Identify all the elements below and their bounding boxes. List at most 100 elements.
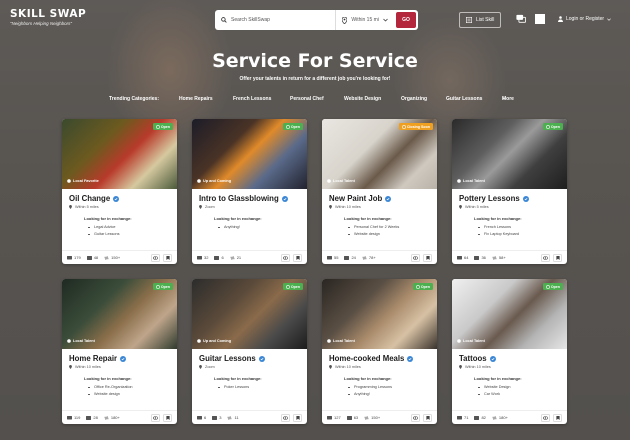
eye-icon bbox=[413, 255, 418, 260]
view-button[interactable] bbox=[411, 253, 420, 262]
card-title[interactable]: Intro to Glassblowing bbox=[199, 194, 288, 203]
card-title[interactable]: Home Repair bbox=[69, 354, 127, 363]
photos-stat: 3 bbox=[212, 415, 221, 420]
more-categories-button[interactable]: More bbox=[502, 96, 514, 102]
verified-icon bbox=[113, 195, 120, 202]
exchange-list: Anything! bbox=[218, 225, 240, 232]
exchange-list: Office Re-Organization Website design bbox=[88, 385, 133, 399]
bookmark-button[interactable] bbox=[423, 413, 432, 422]
category-link[interactable]: Guitar Lessons bbox=[446, 96, 482, 102]
swap-icon bbox=[104, 415, 109, 420]
photos-stat: 63 bbox=[346, 415, 358, 420]
verified-icon bbox=[489, 355, 496, 362]
swap-icon bbox=[230, 255, 235, 260]
verified-icon bbox=[281, 195, 288, 202]
trades-stat: 180+ bbox=[104, 415, 120, 420]
view-button[interactable] bbox=[541, 413, 550, 422]
card-title[interactable]: Tattoos bbox=[459, 354, 496, 363]
page-subtitle: Offer your talents in return for a diffe… bbox=[239, 76, 391, 82]
service-card[interactable]: Open Local Talent Tattoos Within 10 mile… bbox=[452, 279, 567, 424]
view-button[interactable] bbox=[151, 253, 160, 262]
card-footer: 32 6 21 bbox=[192, 250, 307, 264]
exchange-list: Programming Lessons Anything! bbox=[348, 385, 392, 399]
category-link[interactable]: French Lessons bbox=[233, 96, 271, 102]
notifications-icon[interactable] bbox=[535, 14, 545, 24]
view-button[interactable] bbox=[151, 413, 160, 422]
service-card[interactable]: Open Up and Coming Intro to Glassblowing… bbox=[192, 119, 307, 264]
card-tag: Local Talent bbox=[327, 179, 355, 183]
view-button[interactable] bbox=[281, 413, 290, 422]
card-location: Within 5 miles bbox=[459, 205, 489, 209]
clock-icon bbox=[285, 124, 290, 129]
bookmark-button[interactable] bbox=[163, 413, 172, 422]
looking-for-label: Looking for in exchange: bbox=[344, 216, 392, 221]
looking-for-label: Looking for in exchange: bbox=[214, 216, 262, 221]
looking-for-label: Looking for in exchange: bbox=[214, 376, 262, 381]
bookmark-button[interactable] bbox=[293, 253, 302, 262]
search-input[interactable]: Search SkillSwap bbox=[215, 10, 337, 30]
looking-for-label: Looking for in exchange: bbox=[474, 216, 522, 221]
location-pin-icon bbox=[199, 365, 202, 369]
eye-icon bbox=[283, 415, 288, 420]
card-title[interactable]: Pottery Lessons bbox=[459, 194, 529, 203]
service-card[interactable]: Open Local Talent Home-cooked Meals With… bbox=[322, 279, 437, 424]
card-title[interactable]: New Paint Job bbox=[329, 194, 392, 203]
card-title[interactable]: Home-cooked Meals bbox=[329, 354, 414, 363]
card-title[interactable]: Oil Change bbox=[69, 194, 120, 203]
bookmark-button[interactable] bbox=[423, 253, 432, 262]
comment-icon bbox=[457, 255, 462, 259]
status-badge: Open bbox=[282, 123, 303, 130]
category-link[interactable]: Organizing bbox=[401, 96, 427, 102]
eye-icon bbox=[413, 415, 418, 420]
comments-stat: 55 bbox=[327, 255, 338, 260]
location-value: Within 15 mi bbox=[351, 17, 379, 23]
view-button[interactable] bbox=[411, 413, 420, 422]
service-card[interactable]: Open Local Favorite Oil Change Within 5 … bbox=[62, 119, 177, 264]
category-link[interactable]: Home Repairs bbox=[179, 96, 213, 102]
card-tag: Local Talent bbox=[457, 339, 485, 343]
view-button[interactable] bbox=[281, 253, 290, 262]
bookmark-button[interactable] bbox=[553, 413, 562, 422]
messages-icon[interactable] bbox=[516, 14, 526, 24]
service-card[interactable]: Open Local Talent Home Repair Within 10 … bbox=[62, 279, 177, 424]
bookmark-icon bbox=[425, 415, 430, 420]
location-select[interactable]: Within 15 mi bbox=[336, 10, 396, 30]
card-tag: Up and Coming bbox=[197, 179, 231, 183]
service-card[interactable]: Open Local Talent Pottery Lessons Within… bbox=[452, 119, 567, 264]
star-icon bbox=[67, 339, 71, 343]
exchange-item: Anything! bbox=[348, 392, 392, 396]
exchange-item: Programming Lessons bbox=[348, 385, 392, 389]
card-footer: 119 28 180+ bbox=[62, 410, 177, 424]
photos-stat: 36 bbox=[474, 255, 486, 260]
bookmark-icon bbox=[425, 255, 430, 260]
card-footer: 6 3 11 bbox=[192, 410, 307, 424]
eye-icon bbox=[283, 255, 288, 260]
status-badge: Open bbox=[542, 283, 563, 290]
comment-icon bbox=[67, 415, 72, 419]
service-card[interactable]: Closing Soon Local Talent New Paint Job … bbox=[322, 119, 437, 264]
service-card[interactable]: Open Up and Coming Guitar Lessons Zoom L… bbox=[192, 279, 307, 424]
category-link[interactable]: Website Design bbox=[344, 96, 381, 102]
category-link[interactable]: Personal Chef bbox=[290, 96, 324, 102]
star-icon bbox=[457, 339, 461, 343]
site-logo[interactable]: SKILL SWAP "Neighbors Helping Neighbors" bbox=[10, 8, 86, 26]
clock-icon bbox=[545, 124, 550, 129]
clock-icon bbox=[545, 284, 550, 289]
verified-icon bbox=[258, 355, 265, 362]
go-button[interactable]: GO bbox=[396, 12, 416, 28]
verified-icon bbox=[522, 195, 529, 202]
clock-icon bbox=[155, 124, 160, 129]
bookmark-button[interactable] bbox=[553, 253, 562, 262]
list-icon bbox=[466, 17, 472, 23]
chevron-down-icon bbox=[607, 17, 611, 21]
page-title: Service For Service bbox=[212, 50, 418, 72]
bookmark-button[interactable] bbox=[293, 413, 302, 422]
view-button[interactable] bbox=[541, 253, 550, 262]
bookmark-button[interactable] bbox=[163, 253, 172, 262]
login-link[interactable]: Login or Register bbox=[558, 16, 611, 22]
verified-icon bbox=[385, 195, 392, 202]
comments-stat: 119 bbox=[67, 415, 80, 420]
card-title[interactable]: Guitar Lessons bbox=[199, 354, 265, 363]
list-skill-button[interactable]: List Skill bbox=[459, 12, 502, 28]
trades-stat: 11 bbox=[227, 415, 239, 420]
